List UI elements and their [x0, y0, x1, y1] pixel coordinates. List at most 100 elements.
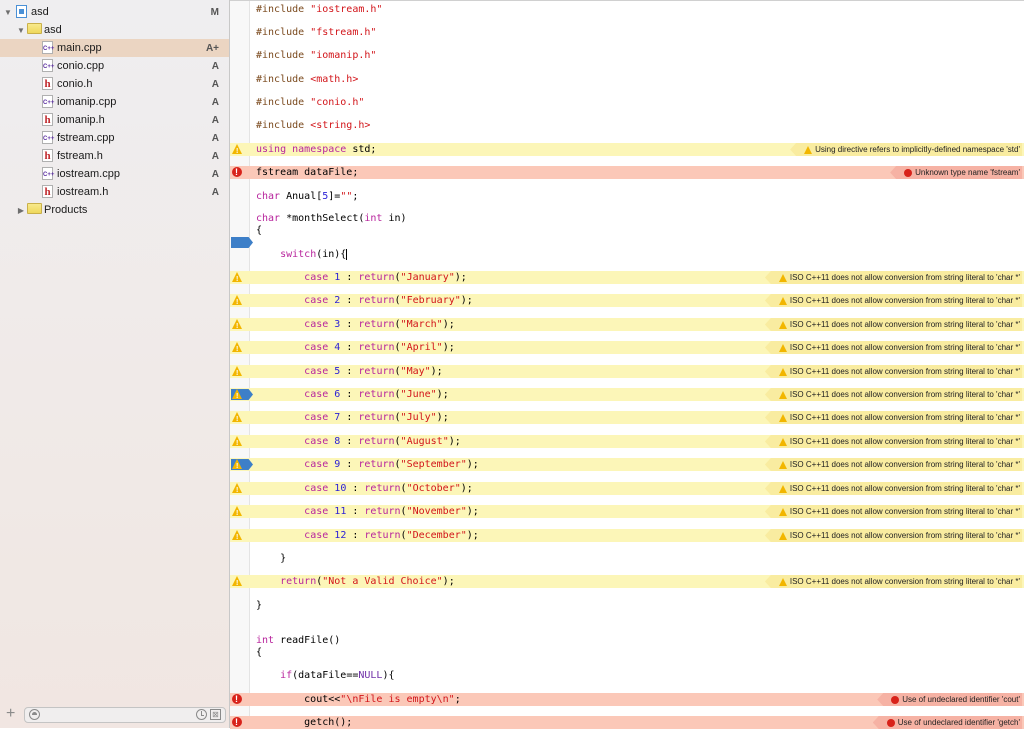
file-item-fstream-h[interactable]: h fstream.h A	[0, 147, 229, 165]
warning-icon[interactable]	[232, 144, 242, 158]
disclosure-triangle-expanded-icon[interactable]: ▼	[3, 8, 13, 17]
error-message[interactable]: Unknown type name 'fstream'	[890, 166, 1022, 179]
code-line-warning[interactable]: return("Not a Valid Choice"); ISO C++11 d…	[230, 575, 1024, 590]
file-item-iomanip-h[interactable]: h iomanip.h A	[0, 111, 229, 129]
add-file-button[interactable]: +	[6, 706, 15, 722]
code-line-warning[interactable]: case 4 : return("April"); ISO C++11 does …	[230, 341, 1024, 356]
code-text[interactable]: case 4 : return("April");	[256, 341, 455, 354]
warning-icon[interactable]	[232, 319, 242, 333]
code-text[interactable]: fstream dataFile;	[256, 166, 358, 179]
code-line-warning[interactable]: case 5 : return("May"); ISO C++11 does no…	[230, 365, 1024, 380]
code-text[interactable]: getch();	[256, 716, 352, 729]
code-text[interactable]: return("Not a Valid Choice");	[256, 575, 455, 588]
warning-icon[interactable]	[232, 366, 242, 380]
warning-icon[interactable]	[232, 295, 242, 309]
warning-icon[interactable]	[232, 342, 242, 356]
warning-message[interactable]: ISO C++11 does not allow conversion from…	[764, 388, 1022, 401]
code-line-warning[interactable]: case 3 : return("March"); ISO C++11 does …	[230, 318, 1024, 333]
warning-message[interactable]: ISO C++11 does not allow conversion from…	[764, 341, 1022, 354]
warning-message[interactable]: ISO C++11 does not allow conversion from…	[764, 435, 1022, 448]
code-text[interactable]: case 1 : return("January");	[256, 271, 467, 284]
group-products[interactable]: ▶ Products	[0, 201, 229, 219]
warning-message[interactable]: ISO C++11 does not allow conversion from…	[764, 482, 1022, 495]
code-text[interactable]: #include "conio.h"	[256, 96, 364, 109]
error-message[interactable]: Use of undeclared identifier 'getch'	[872, 716, 1022, 729]
filter-input[interactable]: ⊠	[24, 707, 226, 723]
code-line[interactable]: {	[230, 646, 1024, 659]
code-line[interactable]: }	[230, 552, 1024, 565]
code-text[interactable]: case 6 : return("June");	[256, 388, 449, 401]
code-line-error[interactable]: cout<<"\nFile is empty\n"; Use of undecla…	[230, 693, 1024, 706]
code-text[interactable]: switch(in){	[256, 248, 348, 261]
filter-icon[interactable]	[29, 709, 40, 720]
error-icon[interactable]	[232, 716, 242, 729]
code-line[interactable]: #include "iomanip.h"	[230, 49, 1024, 62]
code-text[interactable]: case 10 : return("October");	[256, 482, 473, 495]
code-line-error[interactable]: fstream dataFile; Unknown type name 'fstr…	[230, 166, 1024, 179]
code-text[interactable]: if(dataFile==NULL){	[256, 669, 394, 682]
file-item-iostream-cpp[interactable]: C++ iostream.cpp A	[0, 165, 229, 183]
file-item-conio-h[interactable]: h conio.h A	[0, 75, 229, 93]
warning-message[interactable]: ISO C++11 does not allow conversion from…	[764, 365, 1022, 378]
code-line-warning[interactable]: case 8 : return("August"); ISO C++11 does…	[230, 435, 1024, 450]
error-message[interactable]: Use of undeclared identifier 'cout'	[877, 693, 1022, 706]
file-item-iostream-h[interactable]: h iostream.h A	[0, 183, 229, 201]
code-line[interactable]: if(dataFile==NULL){	[230, 669, 1024, 682]
warning-icon[interactable]	[232, 483, 242, 497]
code-line-warning[interactable]: case 7 : return("July"); ISO C++11 does n…	[230, 411, 1024, 426]
code-line[interactable]: switch(in){	[230, 248, 1024, 261]
recent-files-clock-icon[interactable]	[196, 709, 207, 720]
code-text[interactable]: #include "iomanip.h"	[256, 49, 376, 62]
warning-message[interactable]: Using directive refers to implicitly-def…	[790, 143, 1022, 156]
code-line-warning[interactable]: using namespace std; Using directive refe…	[230, 143, 1024, 158]
warning-message[interactable]: ISO C++11 does not allow conversion from…	[764, 505, 1022, 518]
code-line[interactable]: #include <math.h>	[230, 73, 1024, 86]
file-item-fstream-cpp[interactable]: C++ fstream.cpp A	[0, 129, 229, 147]
warning-icon[interactable]	[232, 459, 242, 473]
code-text[interactable]: case 9 : return("September");	[256, 458, 479, 471]
code-text[interactable]: #include "fstream.h"	[256, 26, 376, 39]
code-line-warning[interactable]: case 6 : return("June"); ISO C++11 does n…	[230, 388, 1024, 403]
code-line-warning[interactable]: case 10 : return("October"); ISO C++11 do…	[230, 482, 1024, 497]
warning-message[interactable]: ISO C++11 does not allow conversion from…	[764, 294, 1022, 307]
warning-icon[interactable]	[232, 576, 242, 590]
disclosure-triangle-collapsed-icon[interactable]: ▶	[16, 206, 26, 215]
warning-message[interactable]: ISO C++11 does not allow conversion from…	[764, 318, 1022, 331]
source-editor[interactable]: #include "iostream.h" #include "fstream.h…	[230, 0, 1024, 729]
code-text[interactable]: #include <math.h>	[256, 73, 358, 86]
code-line-warning[interactable]: case 1 : return("January"); ISO C++11 doe…	[230, 271, 1024, 286]
scm-status-filter-icon[interactable]: ⊠	[210, 709, 221, 720]
warning-message[interactable]: ISO C++11 does not allow conversion from…	[764, 458, 1022, 471]
warning-icon[interactable]	[232, 506, 242, 520]
warning-message[interactable]: ISO C++11 does not allow conversion from…	[764, 271, 1022, 284]
code-line-warning[interactable]: case 12 : return("December"); ISO C++11 d…	[230, 529, 1024, 544]
code-text[interactable]: case 5 : return("May");	[256, 365, 443, 378]
warning-message[interactable]: ISO C++11 does not allow conversion from…	[764, 529, 1022, 542]
warning-icon[interactable]	[232, 412, 242, 426]
code-text[interactable]: case 3 : return("March");	[256, 318, 455, 331]
code-text[interactable]: case 12 : return("December");	[256, 529, 479, 542]
code-line-warning[interactable]: case 2 : return("February"); ISO C++11 do…	[230, 294, 1024, 309]
code-line[interactable]: #include "conio.h"	[230, 96, 1024, 109]
code-line[interactable]: char Anual[5]="";	[230, 190, 1024, 203]
warning-message[interactable]: ISO C++11 does not allow conversion from…	[764, 575, 1022, 588]
code-line[interactable]: }	[230, 599, 1024, 612]
warning-icon[interactable]	[232, 530, 242, 544]
code-text[interactable]: cout<<"\nFile is empty\n";	[256, 693, 461, 706]
file-item-main-cpp[interactable]: C++ main.cpp A+	[0, 39, 229, 57]
breakpoint-marker[interactable]	[231, 237, 253, 248]
code-line[interactable]: #include "iostream.h"	[230, 3, 1024, 16]
warning-icon[interactable]	[232, 389, 242, 403]
file-item-iomanip-cpp[interactable]: C++ iomanip.cpp A	[0, 93, 229, 111]
code-text[interactable]: using namespace std;	[256, 143, 376, 156]
disclosure-triangle-expanded-icon[interactable]: ▼	[16, 26, 26, 35]
code-text[interactable]: case 8 : return("August");	[256, 435, 461, 448]
code-text[interactable]: case 2 : return("February");	[256, 294, 473, 307]
code-line[interactable]: #include "fstream.h"	[230, 26, 1024, 39]
code-text[interactable]: case 11 : return("November");	[256, 505, 479, 518]
code-line[interactable]: {	[230, 224, 1024, 237]
code-text[interactable]: }	[256, 552, 286, 565]
code-text[interactable]: }	[256, 599, 262, 612]
warning-message[interactable]: ISO C++11 does not allow conversion from…	[764, 411, 1022, 424]
error-icon[interactable]	[232, 693, 242, 706]
